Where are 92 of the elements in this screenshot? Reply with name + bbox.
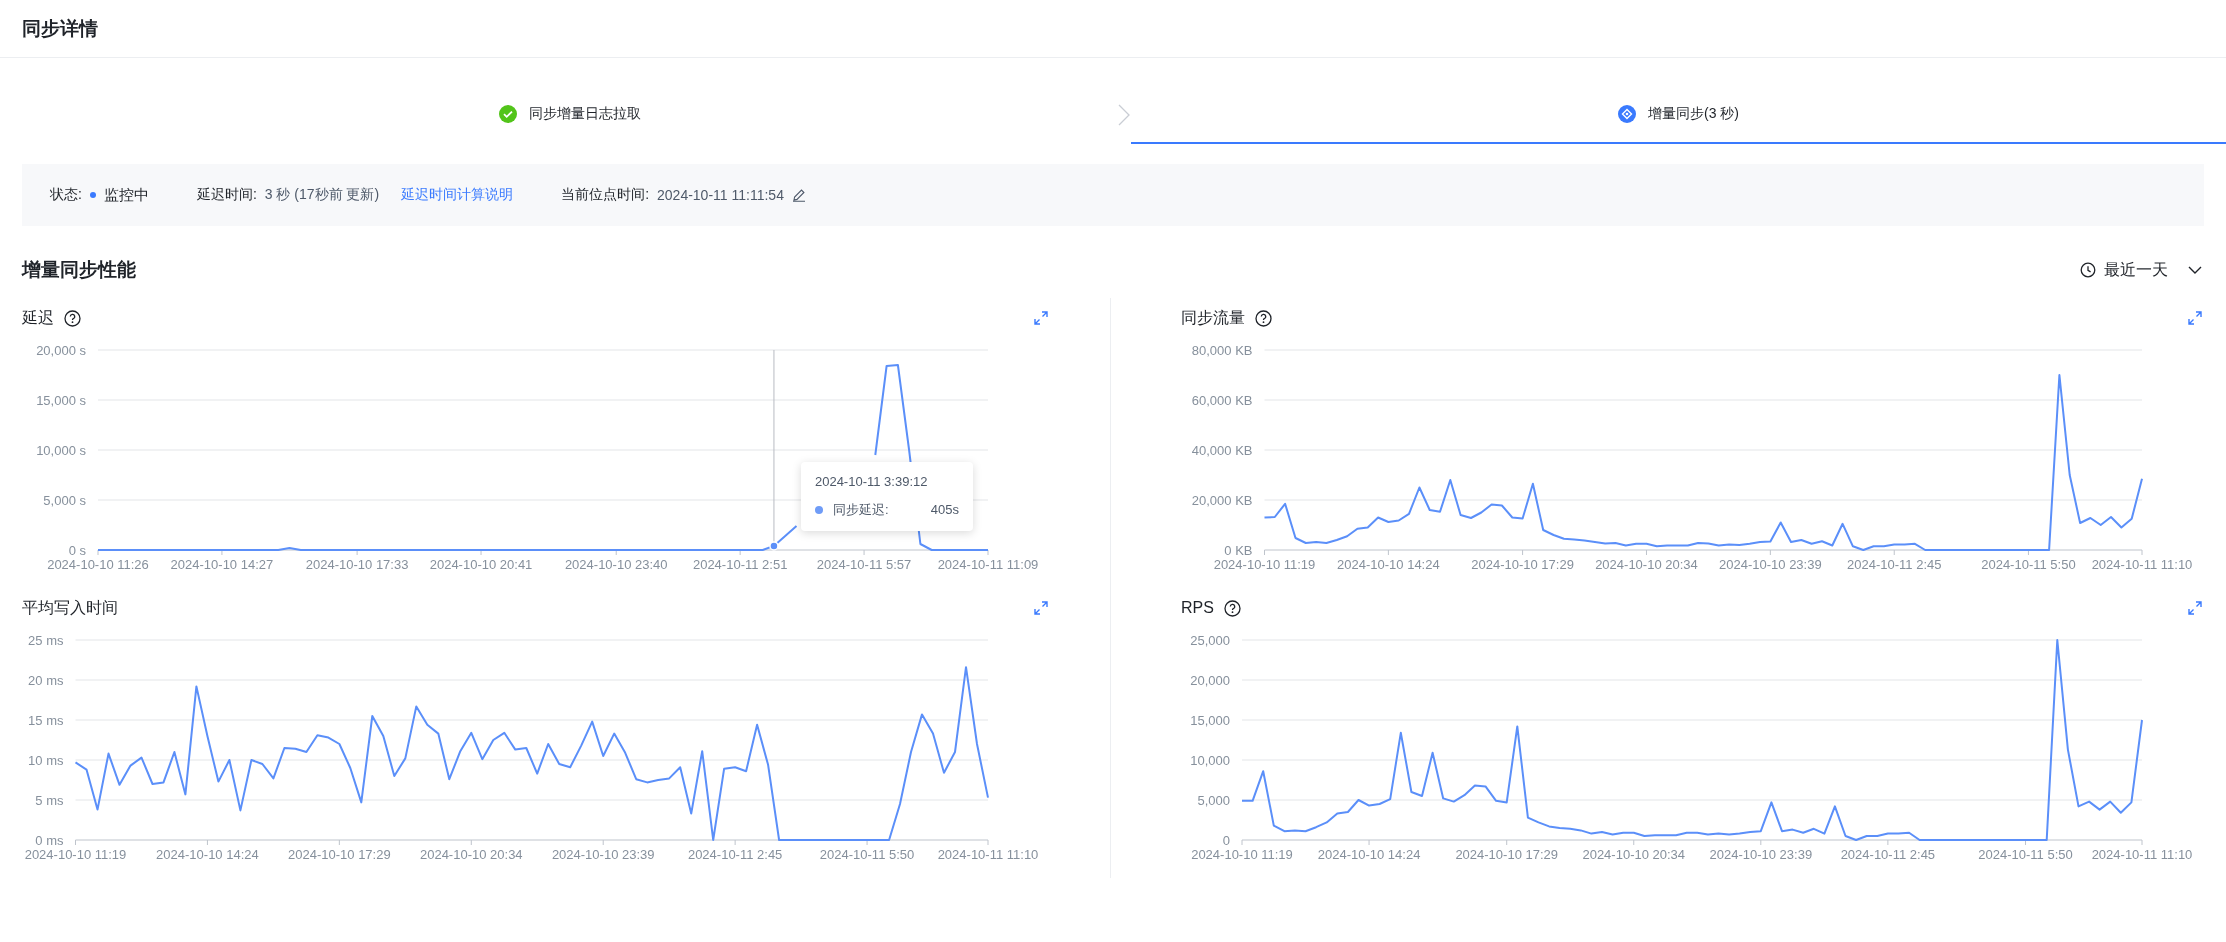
tooltip-time: 2024-10-11 3:39:12 bbox=[814, 473, 929, 489]
chart-title: 同步流量 bbox=[1181, 307, 1245, 328]
axis-label: 10 ms bbox=[28, 752, 64, 768]
axis-label: 5,000 s bbox=[43, 492, 86, 508]
expand-button[interactable] bbox=[1032, 309, 1050, 327]
axis-label: 2024-10-10 23:39 bbox=[1709, 847, 1813, 862]
axis-label: 25 ms bbox=[28, 632, 64, 648]
axis-label: 20,000 KB bbox=[1191, 492, 1253, 508]
clock-icon bbox=[2080, 262, 2096, 278]
axis-label: 2024-10-11 11:09 bbox=[937, 557, 1039, 572]
page-title: 同步详情 bbox=[22, 16, 98, 41]
axis-label: 2024-10-10 23:39 bbox=[1719, 557, 1822, 572]
axis-label: 2024-10-10 17:29 bbox=[288, 847, 391, 862]
delay-value: 3 秒 (17秒前 更新) bbox=[264, 186, 380, 204]
help-icon[interactable] bbox=[64, 309, 81, 327]
step-tab[interactable]: 增量同步(3 秒) bbox=[1131, 86, 2226, 144]
axis-label: 2024-10-10 20:34 bbox=[1582, 847, 1686, 862]
position-value: 2024-10-11 11:11:54 bbox=[657, 187, 784, 203]
axis-label: 2024-10-10 14:24 bbox=[1337, 557, 1440, 572]
tooltip-value: 405s bbox=[930, 502, 959, 518]
delay-help-link[interactable]: 延迟时间计算说明 bbox=[401, 186, 514, 204]
edit-icon[interactable] bbox=[791, 188, 806, 202]
axis-label: 0 s bbox=[68, 542, 86, 558]
status-dot bbox=[89, 192, 96, 198]
axis-label: 2024-10-11 2:45 bbox=[687, 847, 783, 862]
axis-label: 2024-10-10 20:34 bbox=[1595, 557, 1698, 572]
delay-label: 延迟时间: bbox=[196, 186, 257, 204]
axis-label: 2024-10-10 11:19 bbox=[1213, 557, 1316, 572]
section-title: 增量同步性能 bbox=[22, 258, 136, 282]
expand-button[interactable] bbox=[1032, 599, 1050, 617]
sync-icon bbox=[1618, 105, 1636, 123]
axis-label: 60,000 KB bbox=[1191, 392, 1253, 408]
axis-label: 2024-10-11 11:10 bbox=[2091, 557, 2193, 572]
step-tab[interactable]: 同步增量日志拉取 bbox=[22, 86, 1117, 144]
expand-icon bbox=[2188, 311, 2202, 325]
expand-button[interactable] bbox=[2186, 309, 2204, 327]
time-range-dropdown[interactable]: 最近一天 bbox=[2080, 255, 2204, 285]
help-icon[interactable] bbox=[1223, 599, 1241, 617]
axis-label: 2024-10-10 17:33 bbox=[305, 557, 409, 572]
axis-label: 15 ms bbox=[28, 712, 64, 728]
axis-label: 2024-10-11 2:45 bbox=[1847, 557, 1942, 572]
status-label: 状态: bbox=[50, 186, 82, 204]
axis-label: 2024-10-10 20:34 bbox=[419, 847, 523, 862]
axis-label: 2024-10-10 14:24 bbox=[156, 847, 259, 862]
hover-point bbox=[769, 541, 779, 551]
axis-label: 2024-10-11 5:57 bbox=[816, 557, 912, 572]
axis-label: 10,000 s bbox=[36, 442, 86, 458]
axis-label: 15,000 bbox=[1190, 712, 1230, 728]
tooltip-label: 同步延迟: bbox=[832, 500, 890, 519]
axis-label: 0 bbox=[1222, 832, 1230, 848]
axis-label: 20,000 bbox=[1190, 672, 1230, 688]
axis-label: 2024-10-10 14:24 bbox=[1317, 847, 1421, 862]
series-dot bbox=[814, 505, 823, 514]
axis-label: 5,000 bbox=[1197, 792, 1230, 808]
axis-label: 20 ms bbox=[28, 672, 64, 688]
axis-label: 2024-10-11 11:10 bbox=[937, 847, 1039, 862]
axis-label: 2024-10-10 11:26 bbox=[47, 557, 149, 572]
axis-label: 2024-10-10 11:19 bbox=[1191, 847, 1293, 862]
axis-label: 2024-10-10 23:39 bbox=[551, 847, 655, 862]
axis-label: 2024-10-11 5:50 bbox=[1981, 557, 2076, 572]
axis-label: 10,000 bbox=[1190, 752, 1230, 768]
help-icon[interactable] bbox=[1255, 309, 1272, 327]
axis-label: 2024-10-11 11:10 bbox=[2091, 847, 2193, 862]
axis-label: 2024-10-10 17:29 bbox=[1471, 557, 1574, 572]
axis-label: 2024-10-10 17:29 bbox=[1455, 847, 1559, 862]
axis-label: 2024-10-10 14:27 bbox=[170, 557, 274, 572]
chart-title: RPS bbox=[1181, 599, 1214, 617]
chart-title: 平均写入时间 bbox=[22, 597, 118, 618]
axis-label: 2024-10-10 20:41 bbox=[429, 557, 533, 572]
axis-label: 2024-10-11 5:50 bbox=[819, 847, 915, 862]
expand-icon bbox=[2188, 601, 2202, 615]
axis-label: 80,000 KB bbox=[1191, 342, 1253, 358]
position-label: 当前位点时间: bbox=[561, 186, 650, 204]
status-value: 监控中 bbox=[103, 185, 149, 205]
axis-label: 2024-10-11 2:51 bbox=[692, 557, 788, 572]
expand-icon bbox=[1034, 311, 1048, 325]
expand-icon bbox=[1034, 601, 1048, 615]
axis-label: 15,000 s bbox=[36, 392, 86, 408]
axis-label: 2024-10-10 23:40 bbox=[564, 557, 668, 572]
axis-label: 25,000 bbox=[1190, 632, 1230, 648]
axis-label: 40,000 KB bbox=[1191, 442, 1253, 458]
axis-label: 2024-10-10 11:19 bbox=[24, 847, 127, 862]
axis-label: 0 ms bbox=[35, 832, 64, 848]
chart-title: 延迟 bbox=[22, 307, 54, 328]
axis-label: 2024-10-11 5:50 bbox=[1978, 847, 2073, 862]
axis-label: 2024-10-11 2:45 bbox=[1840, 847, 1936, 862]
axis-label: 0 KB bbox=[1224, 542, 1253, 558]
check-icon bbox=[498, 105, 517, 123]
chevron-icon bbox=[1117, 103, 1131, 127]
axis-label: 5 ms bbox=[35, 792, 64, 808]
expand-button[interactable] bbox=[2186, 599, 2204, 617]
axis-label: 20,000 s bbox=[36, 342, 86, 358]
